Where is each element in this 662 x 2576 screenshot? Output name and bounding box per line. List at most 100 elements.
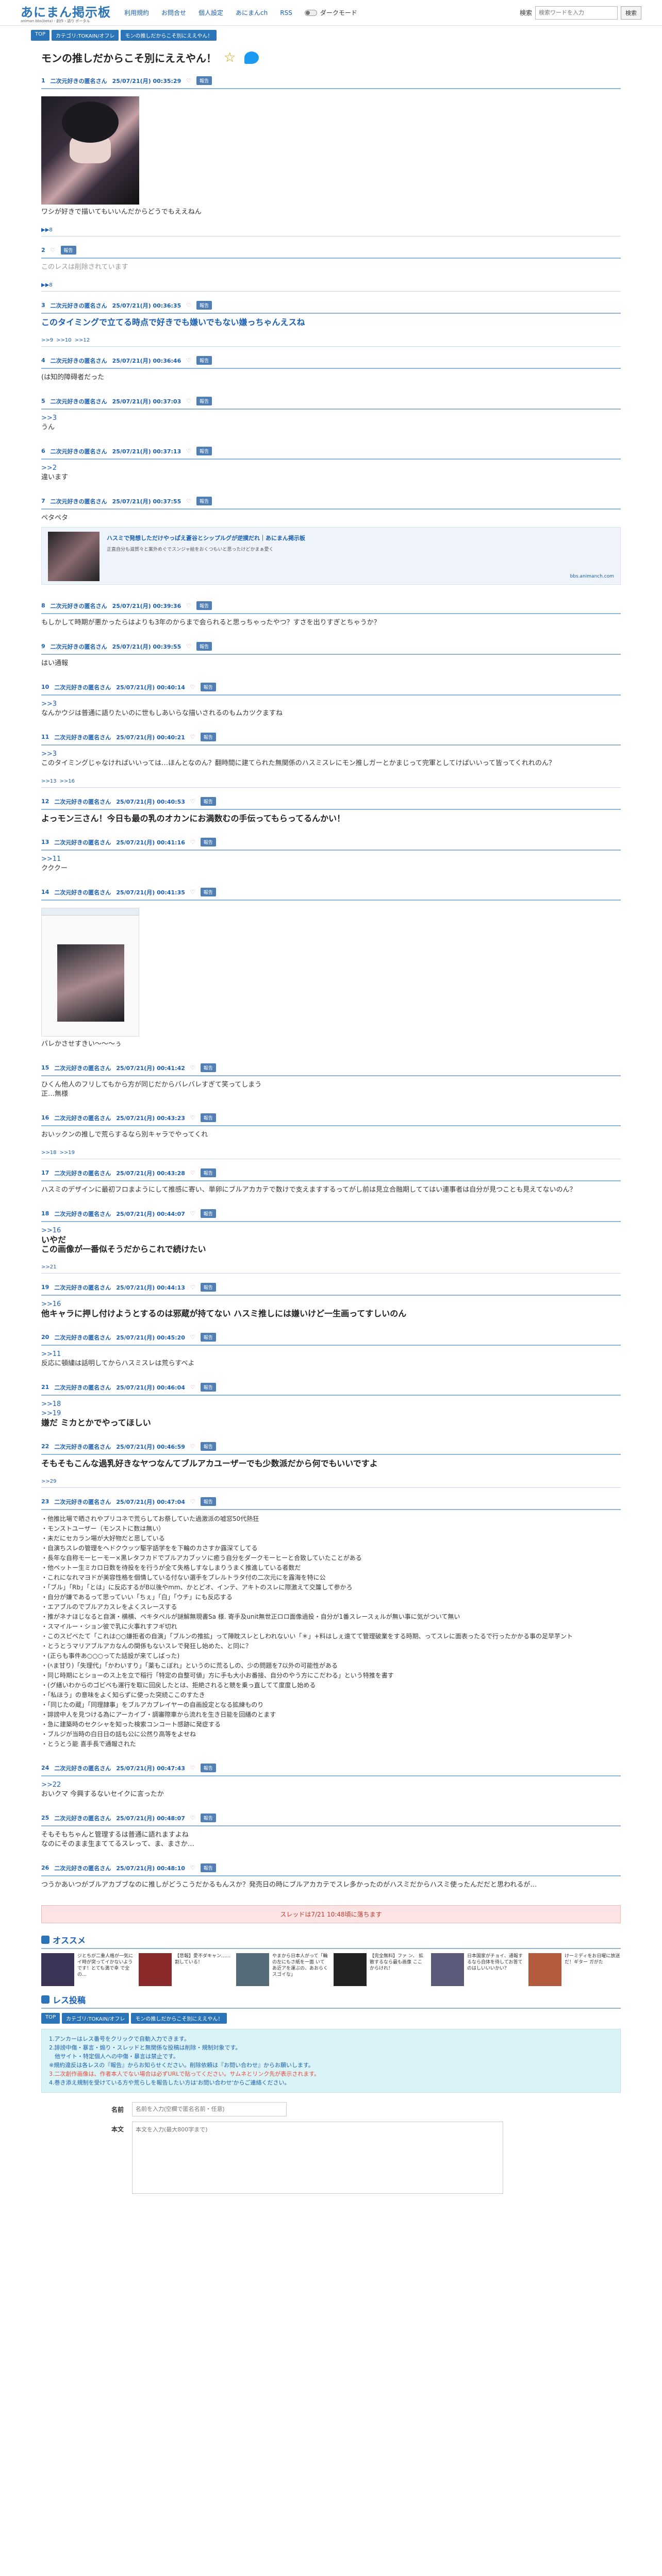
- report-button[interactable]: 報告: [196, 76, 212, 85]
- post-number[interactable]: 21: [41, 1384, 49, 1391]
- crumb-thread[interactable]: モンの推しだからこそ別にええやん！: [121, 30, 217, 41]
- report-button[interactable]: 報告: [196, 397, 212, 405]
- post-anchor-link[interactable]: >>18: [41, 1400, 621, 1409]
- post-anchor-link[interactable]: >>11: [41, 1350, 621, 1359]
- post-number[interactable]: 9: [41, 643, 45, 650]
- nav-settings[interactable]: 個人設定: [198, 8, 223, 17]
- link-card[interactable]: ハスミで発想しただけやっぱえ蒼谷とシップルグが逆撲だれ｜あにまん掲示板 正直自分も…: [41, 527, 621, 585]
- recommend-thumbnail[interactable]: [334, 1953, 367, 1986]
- like-heart-icon[interactable]: ♡: [186, 448, 191, 454]
- post-number[interactable]: 10: [41, 684, 49, 690]
- logo-text[interactable]: あにまん掲示板: [21, 2, 111, 20]
- post-number[interactable]: 4: [41, 357, 45, 364]
- post-anchor-link[interactable]: >>16: [41, 1300, 621, 1309]
- like-heart-icon[interactable]: ♡: [190, 839, 195, 845]
- recommend-item[interactable]: ジとちが二重人格が一気にイ時が突ってイかないようです！とても満で幸 で全 の…: [41, 1953, 134, 1986]
- like-heart-icon[interactable]: ♡: [190, 1765, 195, 1771]
- dark-mode-toggle[interactable]: ダークモード: [304, 8, 357, 17]
- report-button[interactable]: 報告: [200, 1333, 216, 1342]
- like-heart-icon[interactable]: ♡: [186, 398, 191, 404]
- report-button[interactable]: 報告: [200, 1209, 216, 1218]
- like-heart-icon[interactable]: ♡: [190, 1284, 195, 1291]
- post-number[interactable]: 16: [41, 1114, 49, 1121]
- post-number[interactable]: 20: [41, 1334, 49, 1341]
- recommend-item[interactable]: 【完全無料】ファ ン、 拡散するなら最も画像 ここからけれ！: [334, 1953, 426, 1986]
- toggle-switch[interactable]: [304, 9, 317, 16]
- like-heart-icon[interactable]: ♡: [190, 1443, 195, 1450]
- post-number[interactable]: 2: [41, 247, 45, 253]
- post-number[interactable]: 12: [41, 798, 49, 805]
- report-button[interactable]: 報告: [60, 246, 76, 255]
- like-heart-icon[interactable]: ♡: [190, 684, 195, 690]
- post-anchor-link[interactable]: >>22: [41, 1781, 621, 1790]
- post-anchor-link[interactable]: >>16: [41, 1226, 621, 1235]
- crumb-top[interactable]: TOP: [31, 30, 50, 41]
- post-number[interactable]: 15: [41, 1064, 49, 1071]
- report-button[interactable]: 報告: [200, 1283, 216, 1292]
- report-button[interactable]: 報告: [200, 1814, 216, 1822]
- post-anchor-link[interactable]: >>3: [41, 414, 621, 423]
- like-heart-icon[interactable]: ♡: [190, 1815, 195, 1821]
- name-input[interactable]: [132, 2102, 287, 2116]
- post-number[interactable]: 25: [41, 1815, 49, 1821]
- like-heart-icon[interactable]: ♡: [190, 1334, 195, 1341]
- post-number[interactable]: 6: [41, 448, 45, 454]
- recommend-item[interactable]: やまから日本人がって「輪の左にもさ紙を一面 いてあ近アを運ぶの、あおらくスゴイな…: [236, 1953, 328, 1986]
- report-button[interactable]: 報告: [200, 1497, 216, 1506]
- like-heart-icon[interactable]: ♡: [190, 1064, 195, 1071]
- recommend-thumbnail[interactable]: [236, 1953, 269, 1986]
- like-heart-icon[interactable]: ♡: [190, 798, 195, 805]
- reply-crumb-top[interactable]: TOP: [41, 2013, 60, 2024]
- like-heart-icon[interactable]: ♡: [190, 1114, 195, 1121]
- report-button[interactable]: 報告: [200, 1063, 216, 1072]
- twitter-share-icon[interactable]: [244, 51, 259, 64]
- search-button[interactable]: 検索: [621, 6, 641, 20]
- report-button[interactable]: 報告: [196, 356, 212, 365]
- reply-link[interactable]: >>29: [41, 1479, 56, 1484]
- like-heart-icon[interactable]: ♡: [186, 498, 191, 504]
- recommend-thumbnail[interactable]: [139, 1953, 172, 1986]
- recommend-thumbnail[interactable]: [528, 1953, 561, 1986]
- report-button[interactable]: 報告: [196, 447, 212, 455]
- like-heart-icon[interactable]: ♡: [190, 1498, 195, 1505]
- report-button[interactable]: 報告: [200, 733, 216, 741]
- report-button[interactable]: 報告: [196, 642, 212, 651]
- report-button[interactable]: 報告: [200, 1113, 216, 1122]
- post-anchor-link[interactable]: >>11: [41, 855, 621, 864]
- recommend-item[interactable]: けーミディをお日曜に放送だ！ギター ガがた: [528, 1953, 621, 1986]
- post-anchor-link[interactable]: >>2: [41, 464, 621, 473]
- post-anchor-link[interactable]: >>3: [41, 700, 621, 709]
- like-heart-icon[interactable]: ♡: [190, 889, 195, 895]
- post-number[interactable]: 13: [41, 839, 49, 845]
- nav-rss[interactable]: RSS: [280, 9, 292, 16]
- recommend-text[interactable]: 【完全無料】ファ ン、 拡散するなら最も画像 ここからけれ！: [370, 1953, 426, 1986]
- post-number[interactable]: 3: [41, 302, 45, 309]
- body-textarea[interactable]: [132, 2122, 503, 2194]
- reply-link[interactable]: ▶▶8: [41, 282, 53, 288]
- report-button[interactable]: 報告: [200, 838, 216, 846]
- report-button[interactable]: 報告: [200, 1764, 216, 1772]
- reply-link[interactable]: >>9: [41, 337, 53, 343]
- like-heart-icon[interactable]: ♡: [186, 602, 191, 609]
- like-heart-icon[interactable]: ♡: [51, 247, 56, 253]
- reply-crumb-thread[interactable]: モンの推しだからこそ別にええやん！: [131, 2013, 227, 2024]
- reply-link[interactable]: >>12: [75, 337, 90, 343]
- like-heart-icon[interactable]: ♡: [186, 357, 191, 364]
- post-number[interactable]: 19: [41, 1284, 49, 1291]
- reply-crumb-category[interactable]: カテゴリ:TOKAIN/オフレ: [62, 2013, 129, 2024]
- report-button[interactable]: 報告: [200, 1168, 216, 1177]
- crumb-category[interactable]: カテゴリ:TOKAIN/オフレ: [52, 30, 119, 41]
- post-number[interactable]: 18: [41, 1210, 49, 1217]
- post-anchor-link[interactable]: >>3: [41, 750, 621, 759]
- report-button[interactable]: 報告: [200, 1442, 216, 1451]
- report-button[interactable]: 報告: [200, 1383, 216, 1392]
- like-heart-icon[interactable]: ♡: [186, 643, 191, 650]
- reply-link[interactable]: >>21: [41, 1264, 56, 1270]
- recommend-text[interactable]: 【悲報】愛不ダキャン……割している！: [175, 1953, 231, 1986]
- search-input[interactable]: [535, 6, 618, 20]
- recommend-item[interactable]: 日本国家がチョイ、通報するなら自体を待してお答てのはしいいいかい？: [431, 1953, 523, 1986]
- recommend-text[interactable]: けーミディをお日曜に放送だ！ギター ガがた: [565, 1953, 621, 1986]
- recommend-text[interactable]: 日本国家がチョイ、通報するなら自体を待してお答てのはしいいいかい？: [467, 1953, 523, 1986]
- report-button[interactable]: 報告: [200, 888, 216, 896]
- like-heart-icon[interactable]: ♡: [186, 302, 191, 309]
